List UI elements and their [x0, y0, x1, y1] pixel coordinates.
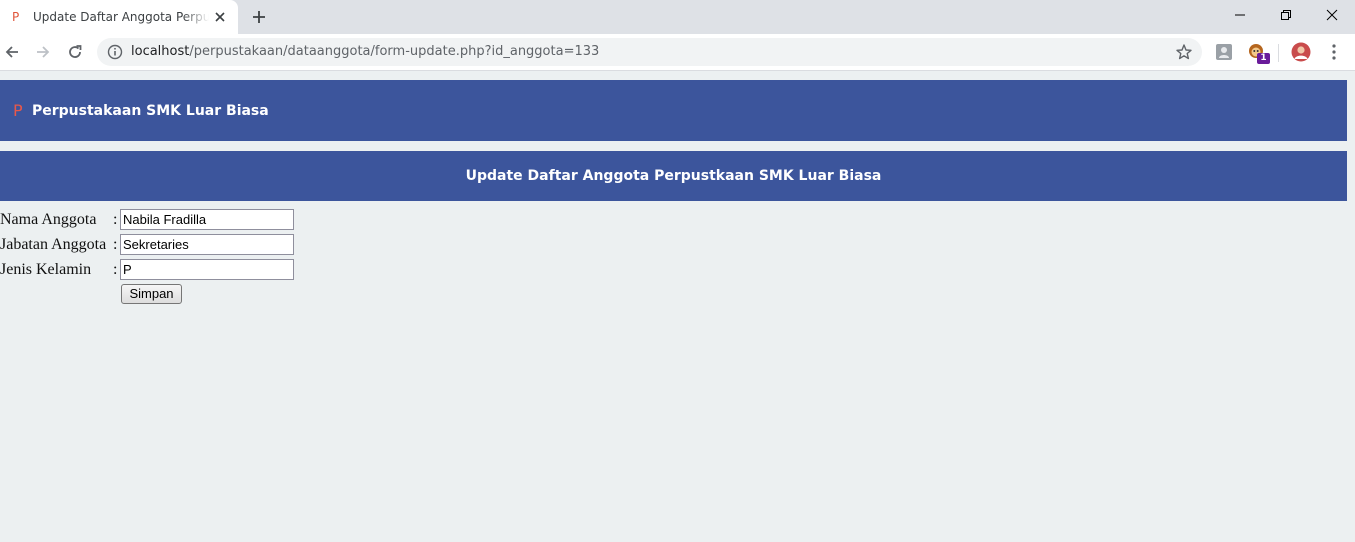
back-icon[interactable] — [1, 41, 23, 63]
browser-tab[interactable]: P Update Daftar Anggota Perpustakaan SMK… — [0, 0, 238, 34]
field-label-jabatan: Jabatan Anggota — [0, 236, 107, 253]
extension-monkey-icon[interactable]: 1 — [1247, 42, 1270, 64]
plus-icon[interactable] — [250, 8, 268, 26]
star-icon[interactable] — [1175, 43, 1193, 61]
extension-badge: 1 — [1257, 53, 1270, 64]
simpan-button[interactable]: Simpan — [121, 284, 182, 304]
field-label-jenis-kelamin: Jenis Kelamin — [0, 261, 92, 278]
field-separator: : — [113, 236, 118, 253]
menu-icon[interactable] — [1324, 42, 1344, 62]
page-title: Update Daftar Anggota Perpustkaan SMK Lu… — [465, 168, 882, 184]
toolbar-divider — [1278, 44, 1279, 62]
url-text: localhost/perpustakaan/dataanggota/form-… — [131, 44, 599, 60]
browser-toolbar: localhost/perpustakaan/dataanggota/form-… — [0, 34, 1355, 71]
field-label-nama: Nama Anggota — [0, 211, 97, 228]
url-host: localhost — [131, 44, 190, 59]
site-header: P Perpustakaan SMK Luar Biasa — [0, 80, 1347, 141]
forward-icon[interactable] — [32, 41, 54, 63]
info-icon[interactable] — [107, 44, 123, 60]
close-icon[interactable] — [212, 9, 228, 25]
tab-strip: P Update Daftar Anggota Perpustakaan SMK… — [0, 0, 1355, 34]
extension-icon[interactable] — [1214, 42, 1234, 62]
brand-name[interactable]: Perpustakaan SMK Luar Biasa — [32, 101, 269, 121]
nama-anggota-input[interactable] — [120, 209, 294, 230]
close-window-icon[interactable] — [1309, 0, 1355, 30]
avatar[interactable] — [1291, 42, 1311, 62]
address-bar[interactable]: localhost/perpustakaan/dataanggota/form-… — [97, 38, 1202, 66]
maximize-icon[interactable] — [1263, 0, 1309, 30]
url-path: /perpustakaan/dataanggota/form-update.ph… — [189, 44, 600, 59]
jabatan-anggota-input[interactable] — [120, 234, 294, 255]
reload-icon[interactable] — [64, 41, 86, 63]
tab-favicon: P — [12, 10, 20, 24]
tab-title: Update Daftar Anggota Perpustakaan SMK L… — [33, 10, 209, 24]
page-title-bar: Update Daftar Anggota Perpustkaan SMK Lu… — [0, 151, 1347, 201]
minimize-icon[interactable] — [1217, 0, 1263, 30]
jenis-kelamin-input[interactable] — [120, 259, 294, 280]
field-separator: : — [113, 211, 118, 228]
field-separator: : — [113, 261, 118, 278]
brand-logo: P — [13, 101, 23, 120]
